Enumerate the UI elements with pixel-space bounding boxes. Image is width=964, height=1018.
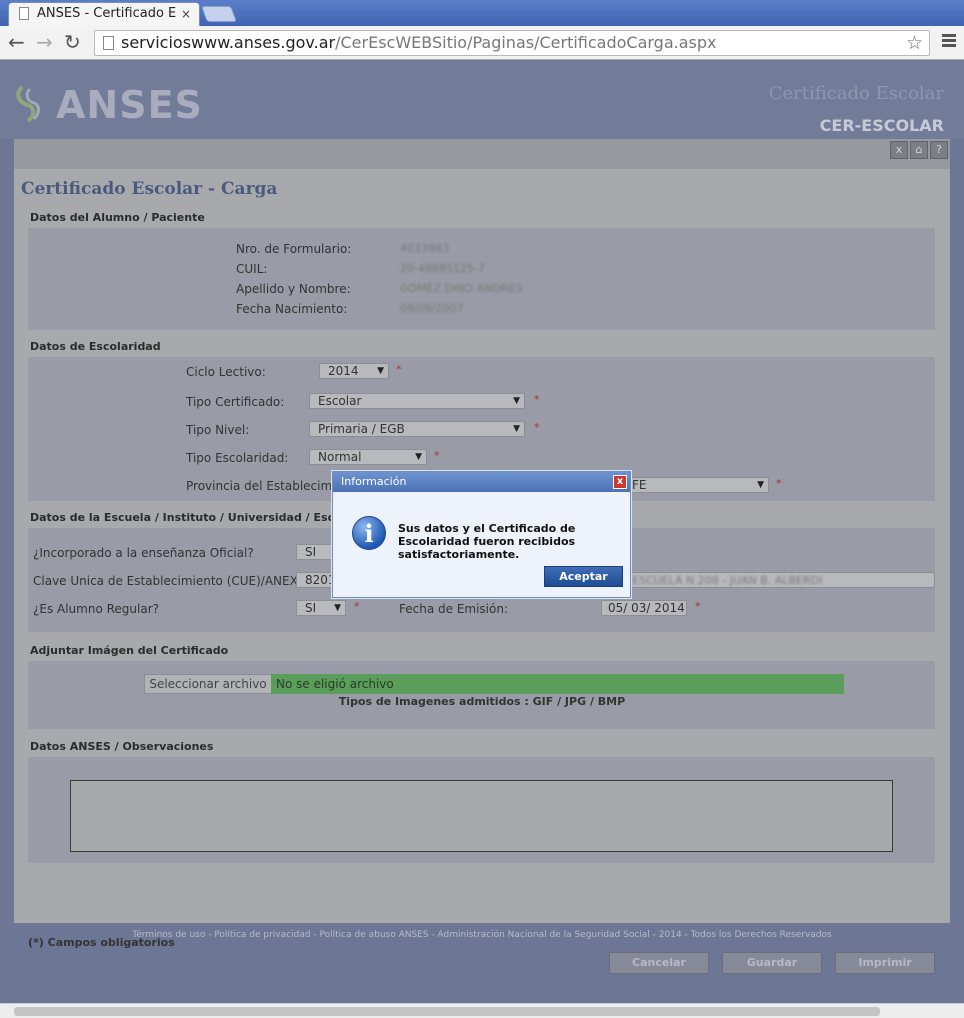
print-button[interactable]: Imprimir — [835, 952, 935, 974]
chevron-down-icon: ▼ — [513, 396, 520, 406]
schooling-section-title: Datos de Escolaridad — [30, 340, 161, 353]
new-tab-button[interactable] — [201, 6, 237, 22]
required-mark: * — [354, 600, 360, 613]
required-mark: * — [434, 449, 440, 462]
page-title: Certificado Escolar - Carga — [21, 179, 278, 199]
birth-date-label: Fecha Nacimiento: — [236, 302, 348, 316]
cue-label: Clave Unica de Establecimiento (CUE)/ANE… — [33, 574, 311, 588]
chevron-down-icon: ▼ — [415, 452, 422, 462]
scrollbar-thumb[interactable] — [14, 1007, 880, 1016]
choose-file-button[interactable]: Seleccionar archivo — [144, 674, 272, 694]
province-label: Provincia del Establecimie — [186, 479, 343, 493]
logo-text: ANSES — [56, 83, 203, 127]
back-icon[interactable]: ← — [8, 31, 25, 53]
birth-date-value: 09/09/2007 — [400, 302, 464, 315]
cert-type-label: Tipo Certificado: — [186, 395, 285, 409]
level-label: Tipo Nivel: — [186, 423, 250, 437]
cycle-label: Ciclo Lectivo: — [186, 365, 266, 379]
required-mark: * — [534, 393, 540, 406]
cuil-label: CUIL: — [236, 262, 268, 276]
page-info-icon — [103, 36, 114, 50]
header-title: Certificado Escolar — [768, 83, 944, 104]
observations-section-title: Datos ANSES / Observaciones — [30, 740, 214, 753]
observations-textarea[interactable] — [70, 780, 893, 852]
attachment-section-title: Adjuntar Imágen del Certificado — [30, 644, 229, 657]
cancel-button[interactable]: Cancelar — [609, 952, 709, 974]
image-types-note: Tipos de Imagenes admitidos : GIF / JPG … — [338, 695, 626, 708]
chevron-down-icon: ▼ — [377, 366, 384, 376]
home-icon[interactable]: ⌂ — [910, 141, 928, 159]
form-number-label: Nro. de Formulario: — [236, 242, 352, 256]
name-label: Apellido y Nombre: — [236, 282, 351, 296]
browser-tab-strip: ANSES - Certificado E × a — [0, 0, 964, 38]
page-toolbar: x ⌂ ? — [14, 139, 950, 169]
cert-type-select[interactable]: Escolar ▼ — [309, 393, 525, 409]
required-mark: * — [695, 600, 701, 613]
regular-select[interactable]: SI ▼ — [296, 600, 346, 616]
form-number-value: 4033983 — [400, 242, 449, 255]
school-type-label: Tipo Escolaridad: — [186, 451, 289, 465]
info-icon: i — [352, 516, 386, 550]
anses-logo-icon — [16, 85, 40, 123]
dialog-close-icon[interactable]: x — [613, 475, 627, 489]
emission-date-input[interactable]: 05/ 03/ 2014 — [601, 600, 687, 616]
student-section-title: Datos del Alumno / Paciente — [30, 211, 205, 224]
chevron-down-icon: ▼ — [757, 480, 764, 490]
tab-title: ANSES - Certificado E — [37, 6, 177, 21]
dialog-title: Información — [341, 475, 407, 488]
level-select[interactable]: Primaria / EGB ▼ — [309, 421, 525, 437]
school-name-field[interactable]: ESCUELA N 208 - JUAN B. ALBERDI — [623, 572, 935, 588]
page-icon — [19, 7, 29, 20]
tab-close-icon[interactable]: × — [181, 3, 191, 25]
help-icon[interactable]: ? — [930, 141, 948, 159]
required-mark: * — [396, 363, 402, 376]
official-label: ¿Incorporado a la enseñanza Oficial? — [33, 546, 254, 560]
forward-icon[interactable]: → — [36, 31, 53, 53]
url-host: servicioswww.anses.gov.ar — [121, 33, 336, 52]
reload-icon[interactable]: ↻ — [64, 31, 81, 53]
chevron-down-icon: ▼ — [334, 603, 341, 613]
chevron-down-icon: ▼ — [513, 424, 520, 434]
cycle-select[interactable]: 2014 ▼ — [319, 363, 389, 379]
bookmark-star-icon[interactable]: ☆ — [906, 31, 923, 55]
student-section: Nro. de Formulario: 4033983 CUIL: 20-486… — [28, 228, 935, 330]
footer-links[interactable]: Términos de uso - Política de privacidad… — [0, 930, 964, 940]
info-dialog: Información x i Sus datos y el Certifica… — [332, 471, 631, 598]
browser-toolbar: ← → ↻ servicioswww.anses.gov.ar/CerEscWE… — [0, 26, 964, 60]
horizontal-scrollbar[interactable] — [0, 1003, 964, 1018]
emission-date-label: Fecha de Emisión: — [399, 602, 508, 616]
accept-button[interactable]: Aceptar — [544, 566, 623, 587]
save-button[interactable]: Guardar — [722, 952, 822, 974]
file-status: No se eligió archivo — [271, 674, 844, 694]
dialog-message: Sus datos y el Certificado de Escolarida… — [398, 522, 576, 561]
site-header: ANSES Certificado Escolar CER-ESCOLAR — [0, 61, 964, 139]
browser-tab[interactable]: ANSES - Certificado E × — [8, 2, 200, 26]
address-bar[interactable]: servicioswww.anses.gov.ar/CerEscWEBSitio… — [94, 30, 930, 56]
menu-icon[interactable] — [942, 34, 956, 49]
cuil-value: 20-48685125-7 — [400, 262, 485, 275]
dialog-header: Información x — [333, 472, 630, 492]
name-value: GOMEZ DINO ANDRES — [400, 282, 523, 295]
required-mark: * — [776, 477, 782, 490]
url-path: /CerEscWEBSitio/Paginas/CertificadoCarga… — [335, 33, 717, 52]
regular-label: ¿Es Alumno Regular? — [33, 602, 160, 616]
close-icon[interactable]: x — [890, 141, 908, 159]
province-select[interactable]: FE ▼ — [623, 477, 769, 493]
header-code: CER-ESCOLAR — [819, 116, 944, 135]
required-mark: * — [534, 421, 540, 434]
school-type-select[interactable]: Normal ▼ — [309, 449, 427, 465]
school-section-title: Datos de la Escuela / Instituto / Univer… — [30, 511, 383, 524]
